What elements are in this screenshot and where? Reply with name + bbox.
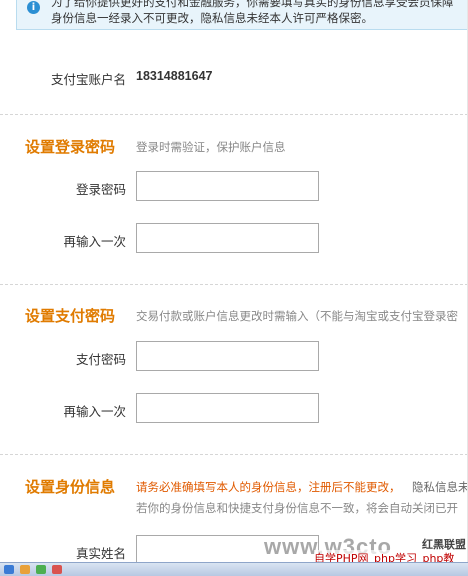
taskbar — [0, 562, 468, 576]
account-value: 18314881647 — [136, 69, 213, 83]
identity-warning-tail: 隐私信息未 — [412, 480, 468, 494]
watermark: www.w3cto 红黑联盟 自学PHP网_php学习_php教 — [264, 534, 468, 566]
browser-icon[interactable] — [52, 565, 62, 574]
account-label: 支付宝账户名 — [50, 72, 126, 87]
pay-password-description: 交易付款或账户信息更改时需输入（不能与淘宝或支付宝登录密 — [136, 309, 458, 323]
notice-line-2: 身份信息一经录入不可更改，隐私信息未经本人许可严格保密。 — [51, 11, 373, 25]
pay-password-confirm-input[interactable] — [136, 393, 319, 423]
app-icon[interactable] — [36, 565, 46, 574]
info-notice: i 为了给你提供更好的支付和金融服务，你需要填写真实的身份信息享受会员保障 身份… — [16, 0, 468, 30]
notice-line-1: 为了给你提供更好的支付和金融服务，你需要填写真实的身份信息享受会员保障 — [51, 0, 454, 9]
folder-icon[interactable] — [20, 565, 30, 574]
login-password-label: 登录密码 — [75, 182, 126, 197]
identity-warning: 请务必准确填写本人的身份信息，注册后不能更改， — [136, 480, 401, 494]
identity-note: 若你的身份信息和快捷支付身份信息不一致，将会自动关闭已开 — [136, 501, 458, 515]
info-icon: i — [27, 1, 40, 14]
pay-password-confirm-label: 再输入一次 — [63, 404, 126, 419]
identity-title: 设置身份信息 — [25, 478, 116, 496]
start-icon[interactable] — [4, 565, 14, 574]
login-password-description: 登录时需验证，保护账户信息 — [136, 140, 286, 154]
pay-password-title: 设置支付密码 — [25, 307, 116, 325]
pay-password-label: 支付密码 — [75, 352, 126, 367]
login-password-input[interactable] — [136, 171, 319, 201]
section-divider — [0, 454, 468, 455]
section-divider — [0, 284, 468, 285]
login-password-title: 设置登录密码 — [25, 138, 116, 156]
real-name-label: 真实姓名 — [75, 546, 126, 561]
login-password-confirm-label: 再输入一次 — [63, 234, 126, 249]
login-password-confirm-input[interactable] — [136, 223, 319, 253]
pay-password-input[interactable] — [136, 341, 319, 371]
section-divider — [0, 114, 468, 115]
